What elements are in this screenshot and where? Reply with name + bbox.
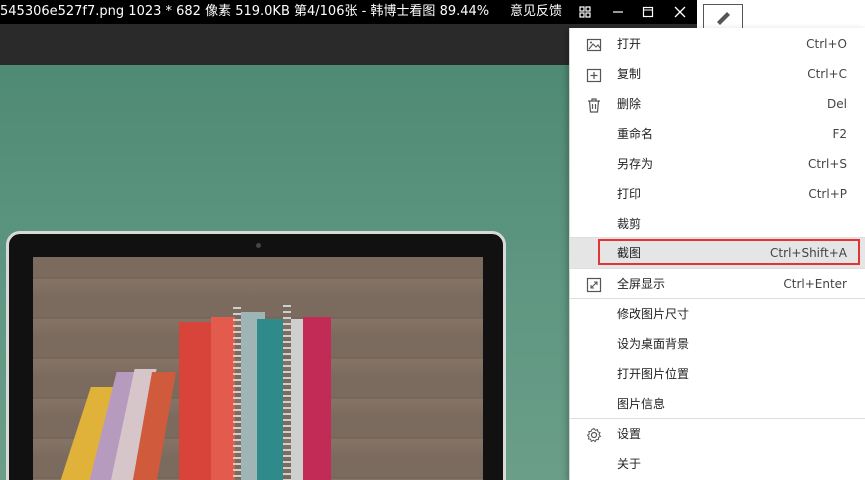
menu-item-delete[interactable]: 删除 Del [570, 89, 865, 119]
photo-spiral [233, 307, 241, 480]
menu-item-label: 修改图片尺寸 [617, 307, 690, 321]
photo-spiral [283, 305, 291, 480]
photo-book [257, 319, 283, 480]
menu-item-label: 打印 [617, 187, 642, 201]
trash-icon [586, 97, 602, 113]
menu-item-label: 删除 [617, 97, 642, 111]
menu-item-image-info[interactable]: 图片信息 [570, 389, 865, 419]
menu-item-label: 打开 [617, 37, 642, 51]
copy-icon [586, 67, 602, 83]
grid-icon[interactable] [572, 0, 598, 24]
menu-item-label: 复制 [617, 67, 642, 81]
menu-item-rename[interactable]: 重命名 F2 [570, 119, 865, 149]
maximize-icon[interactable] [635, 0, 661, 24]
menu-item-label: 设置 [617, 427, 642, 441]
menu-item-shortcut: Ctrl+P [808, 187, 847, 201]
minimize-icon[interactable] [605, 0, 631, 24]
menu-item-label: 关于 [617, 457, 642, 471]
menu-item-set-wallpaper[interactable]: 设为桌面背景 [570, 329, 865, 359]
menu-item-label: 全屏显示 [617, 277, 666, 291]
menu-item-open[interactable]: 打开 Ctrl+O [570, 29, 865, 59]
menu-item-resize[interactable]: 修改图片尺寸 [570, 299, 865, 329]
menu-item-shortcut: Ctrl+O [806, 37, 847, 51]
menu-item-label: 裁剪 [617, 217, 642, 231]
menu-item-label: 另存为 [617, 157, 654, 171]
menu-item-crop[interactable]: 裁剪 [570, 209, 865, 239]
laptop-camera [256, 243, 261, 248]
gear-icon [586, 427, 602, 443]
menu-item-open-location[interactable]: 打开图片位置 [570, 359, 865, 389]
menu-item-shortcut: Ctrl+S [807, 157, 847, 171]
menu-item-settings[interactable]: 设置 [570, 419, 865, 449]
menu-item-shortcut: Del [827, 97, 847, 111]
context-menu: 打开 Ctrl+O 复制 Ctrl+C 删除 Del 重命名 F2 另存为 Ct… [569, 28, 865, 480]
menu-item-shortcut: Ctrl+Enter [783, 277, 847, 291]
menu-item-label: 图片信息 [617, 397, 666, 411]
highlight-box [598, 239, 860, 265]
menu-item-print[interactable]: 打印 Ctrl+P [570, 179, 865, 209]
menu-item-shortcut: F2 [832, 127, 847, 141]
window-title: 545306e527f7.png 1023 * 682 像素 519.0KB 第… [0, 4, 490, 19]
menu-item-shortcut: Ctrl+C [807, 67, 847, 81]
close-icon[interactable] [667, 0, 693, 24]
menu-item-save-as[interactable]: 另存为 Ctrl+S [570, 149, 865, 179]
menu-item-copy[interactable]: 复制 Ctrl+C [570, 59, 865, 89]
image-icon [586, 37, 602, 53]
menu-item-about[interactable]: 关于 [570, 449, 865, 479]
feedback-link[interactable]: 意见反馈 [510, 0, 562, 24]
photo-book [179, 322, 211, 480]
fullscreen-icon [586, 277, 602, 293]
menu-item-label: 设为桌面背景 [617, 337, 690, 351]
menu-item-label: 打开图片位置 [617, 367, 690, 381]
photo-book [303, 317, 331, 480]
photo-book [211, 317, 235, 480]
photo-screen [33, 257, 483, 480]
menu-item-fullscreen[interactable]: 全屏显示 Ctrl+Enter [570, 269, 865, 299]
menu-item-label: 重命名 [617, 127, 654, 141]
title-bar: 545306e527f7.png 1023 * 682 像素 519.0KB 第… [0, 0, 697, 24]
photo-laptop [6, 231, 506, 480]
